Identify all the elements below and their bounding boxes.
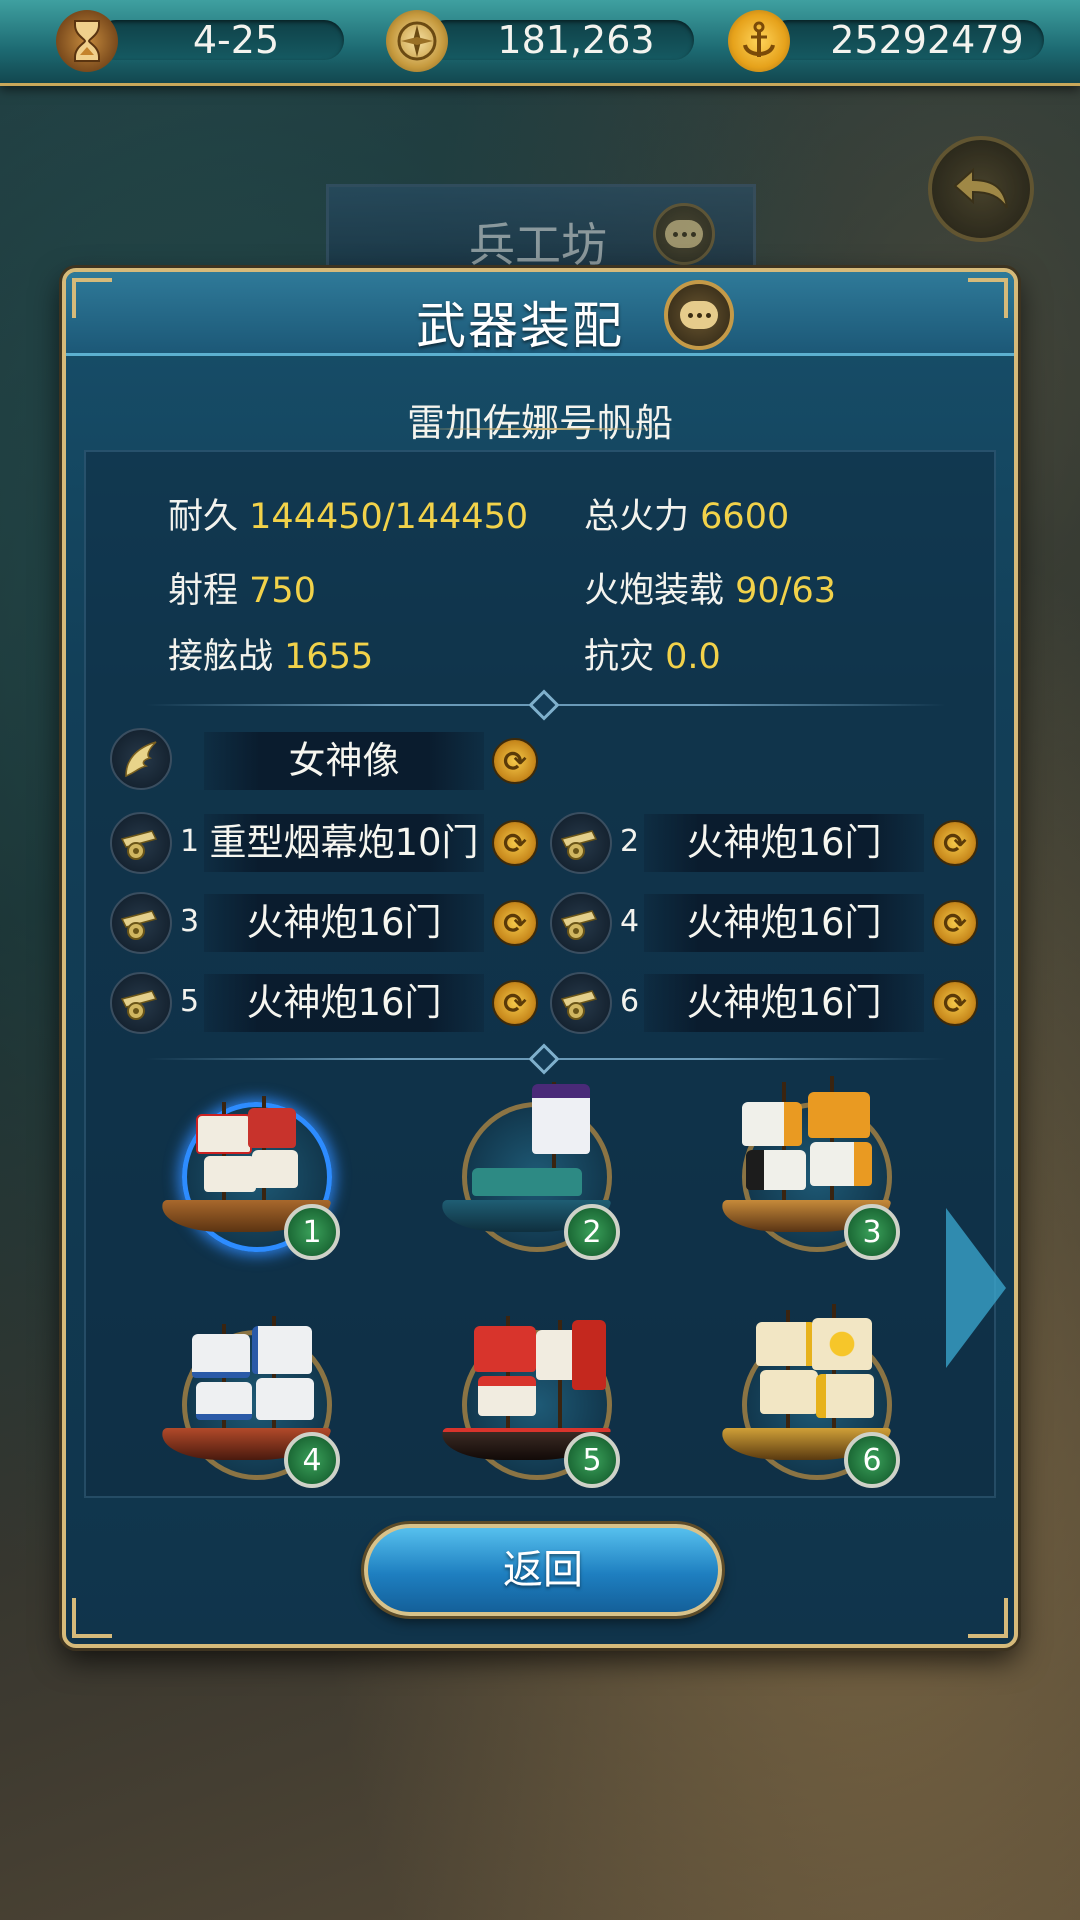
- ship-sail: [742, 1102, 802, 1146]
- cannon-slot-number: 6: [620, 984, 640, 1019]
- chat-icon[interactable]: [653, 203, 715, 265]
- cannon-slot-1-label[interactable]: 重型烟幕炮10门: [204, 814, 484, 872]
- panel-corner-ornament: [72, 1598, 112, 1638]
- ship-sail: [192, 1334, 250, 1378]
- panel-corner-ornament: [968, 1598, 1008, 1638]
- cannon-slot-3-label[interactable]: 火神炮16门: [204, 894, 484, 952]
- cannon-slot-2-label[interactable]: 火神炮16门: [644, 814, 924, 872]
- swap-icon: ⟳: [943, 906, 967, 940]
- gold-value: 25292479: [830, 18, 1024, 62]
- date-value: 4-25: [192, 18, 280, 62]
- weapon-equip-panel: 武器装配 雷加佐娜号帆船 耐久 144450/144450 总火力 6600 射…: [62, 268, 1018, 1648]
- ship-sail: [756, 1322, 816, 1366]
- cannon-icon: [110, 972, 172, 1034]
- ship-sail: [474, 1326, 536, 1372]
- swap-icon: ⟳: [943, 826, 967, 860]
- swap-icon: ⟳: [503, 986, 527, 1020]
- cannon-icon: [110, 892, 172, 954]
- fleet-ship-2[interactable]: 2: [432, 1072, 632, 1272]
- cannon-icon: [550, 812, 612, 874]
- fame-value: 181,263: [497, 18, 655, 62]
- fame-resource: 181,263: [386, 10, 696, 72]
- cannon-slot-number: 4: [620, 904, 640, 939]
- cannon-icon: [110, 812, 172, 874]
- swap-icon: ⟳: [943, 986, 967, 1020]
- stat-cannon-load: 火炮装载 90/63: [584, 571, 837, 611]
- stat-durability: 耐久 144450/144450: [168, 497, 529, 537]
- stat-range: 射程 750: [168, 571, 316, 611]
- swap-cannon-1-button[interactable]: ⟳: [492, 820, 538, 866]
- swap-cannon-5-button[interactable]: ⟳: [492, 980, 538, 1026]
- cannon-slot-number: 5: [180, 984, 200, 1019]
- date-resource: 4-25: [56, 10, 346, 72]
- cannon-slot-number: 3: [180, 904, 200, 939]
- ship-sail: [196, 1114, 252, 1154]
- undo-arrow-icon: [953, 167, 1008, 209]
- swap-icon: ⟳: [503, 744, 527, 778]
- cannon-slot-4-label[interactable]: 火神炮16门: [644, 894, 924, 952]
- panel-corner-ornament: [968, 278, 1008, 318]
- next-page-arrow[interactable]: [946, 1208, 1006, 1368]
- compass-icon: [386, 10, 448, 72]
- gold-resource: 25292479: [728, 10, 1046, 72]
- armory-ribbon: 兵工坊: [326, 184, 756, 274]
- swap-icon: ⟳: [503, 826, 527, 860]
- stat-firepower: 总火力 6600: [584, 497, 790, 537]
- ship-number-badge: 6: [844, 1432, 900, 1488]
- fleet-ship-6[interactable]: 6: [712, 1300, 912, 1500]
- wing-icon: [110, 728, 172, 790]
- cannon-icon: [550, 892, 612, 954]
- armory-title: 兵工坊: [469, 218, 607, 272]
- fleet-ship-1[interactable]: 1: [152, 1072, 352, 1272]
- cannon-slot-5-label[interactable]: 火神炮16门: [204, 974, 484, 1032]
- back-nav-button[interactable]: [928, 136, 1034, 242]
- cannon-slot-number: 1: [180, 824, 200, 859]
- stat-boarding: 接舷战 1655: [168, 637, 374, 677]
- figurehead-label[interactable]: 女神像: [204, 732, 484, 790]
- anchor-coin-icon: [728, 10, 790, 72]
- swap-cannon-6-button[interactable]: ⟳: [932, 980, 978, 1026]
- ship-number-badge: 1: [284, 1204, 340, 1260]
- fleet-ship-3[interactable]: 3: [712, 1072, 912, 1272]
- swap-cannon-3-button[interactable]: ⟳: [492, 900, 538, 946]
- swap-icon: ⟳: [503, 906, 527, 940]
- chat-bubble-icon[interactable]: [664, 280, 734, 350]
- stat-disaster-resist: 抗灾 0.0: [584, 637, 721, 677]
- panel-title: 武器装配: [416, 297, 624, 355]
- cannon-icon: [550, 972, 612, 1034]
- swap-cannon-4-button[interactable]: ⟳: [932, 900, 978, 946]
- cannon-slot-number: 2: [620, 824, 640, 859]
- ship-number-badge: 3: [844, 1204, 900, 1260]
- panel-corner-ornament: [72, 278, 112, 318]
- ship-number-badge: 4: [284, 1432, 340, 1488]
- ship-number-badge: 2: [564, 1204, 620, 1260]
- hourglass-icon: [56, 10, 118, 72]
- swap-figurehead-button[interactable]: ⟳: [492, 738, 538, 784]
- ship-name: 雷加佐娜号帆船: [406, 401, 673, 445]
- fleet-ship-4[interactable]: 4: [152, 1300, 352, 1500]
- ship-name-underline: [412, 428, 676, 430]
- cannon-slot-6-label[interactable]: 火神炮16门: [644, 974, 924, 1032]
- fleet-ship-5[interactable]: 5: [432, 1300, 632, 1500]
- return-button[interactable]: 返回: [364, 1524, 722, 1616]
- ship-sail: [532, 1084, 590, 1154]
- swap-cannon-2-button[interactable]: ⟳: [932, 820, 978, 866]
- ship-number-badge: 5: [564, 1432, 620, 1488]
- resource-bar: 4-25 181,263 25292479: [0, 0, 1080, 86]
- panel-header: 武器装配: [66, 272, 1014, 356]
